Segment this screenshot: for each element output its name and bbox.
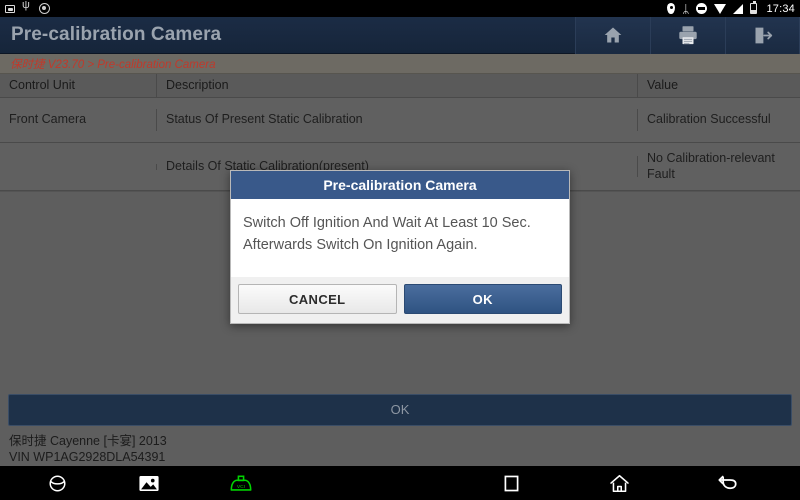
- bottom-action-bar: OK: [0, 388, 800, 431]
- browser-icon[interactable]: [44, 470, 70, 496]
- table-row[interactable]: Front Camera Status Of Present Static Ca…: [0, 98, 800, 143]
- precalibration-dialog: Pre-calibration Camera Switch Off Igniti…: [230, 170, 570, 324]
- page-ok-button[interactable]: OK: [8, 393, 792, 426]
- printer-icon: [676, 24, 700, 46]
- dialog-message: Switch Off Ignition And Wait At Least 10…: [243, 215, 531, 253]
- exit-icon: [751, 25, 774, 46]
- recent-apps-icon[interactable]: [498, 470, 524, 496]
- home-nav-icon[interactable]: [606, 470, 632, 496]
- vehicle-info-footer: 保时捷 Cayenne [卡宴] 2013 VIN WP1AG2928DLA54…: [0, 431, 800, 466]
- gallery-icon[interactable]: [136, 470, 162, 496]
- device-screen: ᛦ 17:34 Pre-calibration Camera: [0, 0, 800, 500]
- cell-value: Calibration Successful: [647, 112, 771, 127]
- header-actions: [575, 16, 800, 54]
- dialog-actions: CANCEL OK: [231, 277, 569, 323]
- column-header-control-unit: Control Unit: [0, 74, 157, 97]
- table-header-row: Control Unit Description Value: [0, 74, 800, 98]
- dialog-body: Switch Off Ignition And Wait At Least 10…: [231, 199, 569, 277]
- status-bar-clock: 17:34: [766, 2, 795, 15]
- print-button[interactable]: [650, 16, 725, 54]
- column-header-description: Description: [157, 74, 638, 97]
- bluetooth-icon: ᛦ: [682, 1, 690, 16]
- vehicle-name: 保时捷 Cayenne [卡宴] 2013: [9, 434, 167, 448]
- usb-icon: [22, 0, 32, 13]
- breadcrumb[interactable]: 保时捷 V23.70 > Pre-calibration Camera: [0, 54, 800, 74]
- settings-icon: [39, 3, 50, 14]
- column-header-value: Value: [647, 77, 679, 92]
- status-bar-left-icons: [5, 0, 50, 14]
- android-status-bar: ᛦ 17:34: [0, 0, 800, 17]
- status-bar-right-icons: ᛦ 17:34: [667, 1, 795, 16]
- page-title: Pre-calibration Camera: [11, 24, 222, 45]
- vehicle-vin: VIN WP1AG2928DLA54391: [9, 450, 166, 464]
- cell-description: Status Of Present Static Calibration: [157, 109, 638, 131]
- cell-value: No Calibration-relevant Fault: [647, 150, 775, 181]
- wifi-icon: [714, 3, 727, 14]
- battery-icon: [750, 1, 758, 14]
- android-nav-bar: VCI: [0, 466, 800, 500]
- dialog-title: Pre-calibration Camera: [231, 171, 569, 199]
- sd-card-icon: [5, 4, 15, 13]
- exit-button[interactable]: [725, 16, 800, 54]
- cellular-signal-icon: [733, 3, 744, 14]
- cancel-button[interactable]: CANCEL: [238, 284, 397, 314]
- back-nav-icon[interactable]: [714, 470, 740, 496]
- cell-control-unit: [0, 163, 157, 170]
- app-header: Pre-calibration Camera: [0, 16, 800, 54]
- breadcrumb-text: 保时捷 V23.70 > Pre-calibration Camera: [10, 58, 216, 71]
- cell-control-unit: Front Camera: [0, 109, 157, 131]
- nav-bar-left: VCI: [0, 470, 400, 496]
- home-icon: [602, 25, 624, 45]
- ok-button[interactable]: OK: [403, 284, 562, 314]
- location-pin-icon: [667, 3, 676, 14]
- do-not-disturb-icon: [696, 3, 708, 14]
- home-button[interactable]: [575, 16, 650, 54]
- page-ok-label: OK: [390, 402, 410, 417]
- vci-icon[interactable]: VCI: [228, 470, 254, 496]
- svg-text:VCI: VCI: [237, 484, 245, 490]
- nav-bar-right: [400, 470, 800, 496]
